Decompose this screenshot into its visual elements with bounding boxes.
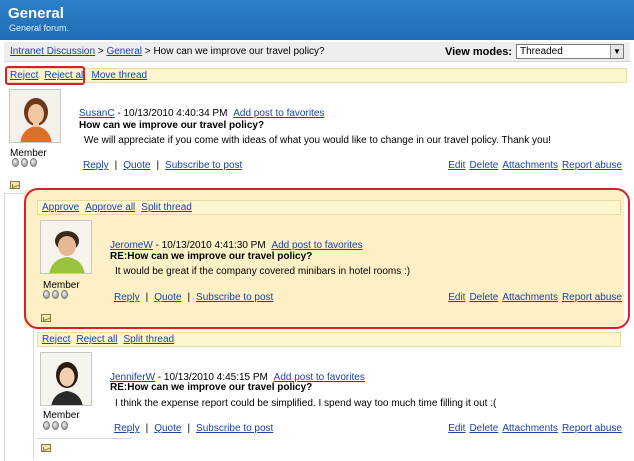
post-1-text: We will appreciate if you come with idea… bbox=[84, 135, 551, 146]
avatar-jennifer-icon bbox=[41, 353, 91, 405]
forum-title: General bbox=[8, 5, 64, 22]
post-3-subject: RE:How can we improve our travel policy? bbox=[110, 382, 313, 393]
edit-link[interactable]: Edit bbox=[448, 160, 465, 171]
avatar-susan-icon bbox=[10, 90, 60, 142]
rank-medals bbox=[43, 421, 68, 430]
view-modes-select[interactable]: Threaded ▼ bbox=[516, 44, 624, 59]
author-link[interactable]: SusanC bbox=[79, 108, 115, 119]
attachments-link[interactable]: Attachments bbox=[502, 423, 558, 434]
mail-icon[interactable] bbox=[10, 181, 20, 189]
quote-link[interactable]: Quote bbox=[123, 160, 150, 171]
highlight-frame bbox=[24, 188, 630, 329]
mail-icon[interactable] bbox=[41, 444, 51, 452]
post-1-author-line: SusanC - 10/13/2010 4:40:34 PM Add post … bbox=[79, 108, 324, 119]
edit-link[interactable]: Edit bbox=[448, 423, 465, 434]
delete-link[interactable]: Delete bbox=[469, 423, 498, 434]
quote-link[interactable]: Quote bbox=[154, 423, 181, 434]
post-3-action-bar: Reject Reject all Split thread bbox=[37, 332, 621, 347]
post-1-admin-links: Edit Delete Attachments Report abuse bbox=[444, 160, 622, 171]
medal-icon bbox=[21, 158, 28, 167]
breadcrumb: Intranet Discussion > General > How can … bbox=[10, 46, 325, 57]
subscribe-link[interactable]: Subscribe to post bbox=[165, 160, 242, 171]
reply-link[interactable]: Reply bbox=[83, 160, 109, 171]
view-modes: View modes: Threaded ▼ bbox=[445, 44, 624, 59]
reply-link[interactable]: Reply bbox=[114, 423, 140, 434]
medal-icon bbox=[12, 158, 19, 167]
highlight-frame bbox=[5, 66, 85, 85]
breadcrumb-forum-link[interactable]: General bbox=[106, 46, 142, 57]
forum-header: General General forum. bbox=[0, 0, 634, 40]
chevron-down-icon[interactable]: ▼ bbox=[610, 45, 623, 58]
reject-link[interactable]: Reject bbox=[42, 334, 70, 345]
medal-icon bbox=[52, 421, 59, 430]
split-thread-link[interactable]: Split thread bbox=[124, 334, 175, 345]
attachments-link[interactable]: Attachments bbox=[502, 160, 558, 171]
view-modes-label: View modes: bbox=[444, 45, 512, 58]
breadcrumb-separator: > bbox=[95, 46, 107, 57]
add-to-favorites-link[interactable]: Add post to favorites bbox=[233, 108, 324, 119]
view-modes-selected: Threaded bbox=[520, 46, 563, 57]
post-date: - 10/13/2010 4:40:34 PM bbox=[114, 108, 231, 119]
post-3-admin-links: Edit Delete Attachments Report abuse bbox=[444, 423, 622, 434]
report-abuse-link[interactable]: Report abuse bbox=[562, 423, 622, 434]
breadcrumb-bar: Intranet Discussion > General > How can … bbox=[4, 42, 630, 62]
breadcrumb-separator: > bbox=[142, 46, 154, 57]
post-3-text: I think the expense report could be simp… bbox=[115, 398, 497, 409]
avatar bbox=[40, 352, 92, 406]
post-1-action-bar: Reject Reject all Move thread bbox=[5, 68, 627, 83]
move-thread-link[interactable]: Move thread bbox=[92, 70, 148, 81]
post-1-subject: How can we improve our travel policy? bbox=[79, 120, 265, 131]
member-label: Member bbox=[43, 410, 80, 421]
subscribe-link[interactable]: Subscribe to post bbox=[196, 423, 273, 434]
report-abuse-link[interactable]: Report abuse bbox=[562, 160, 622, 171]
medal-icon bbox=[30, 158, 37, 167]
medal-icon bbox=[61, 421, 68, 430]
breadcrumb-current: How can we improve our travel policy? bbox=[153, 46, 325, 57]
rank-medals bbox=[12, 158, 37, 167]
medal-icon bbox=[43, 421, 50, 430]
post-3-reply-links: Reply | Quote | Subscribe to post bbox=[114, 423, 274, 434]
delete-link[interactable]: Delete bbox=[469, 160, 498, 171]
reject-all-link[interactable]: Reject all bbox=[76, 334, 117, 345]
breadcrumb-root-link[interactable]: Intranet Discussion bbox=[10, 46, 95, 57]
avatar bbox=[9, 89, 61, 143]
post-1-reply-links: Reply | Quote | Subscribe to post bbox=[83, 160, 243, 171]
forum-subtitle: General forum. bbox=[9, 23, 70, 33]
